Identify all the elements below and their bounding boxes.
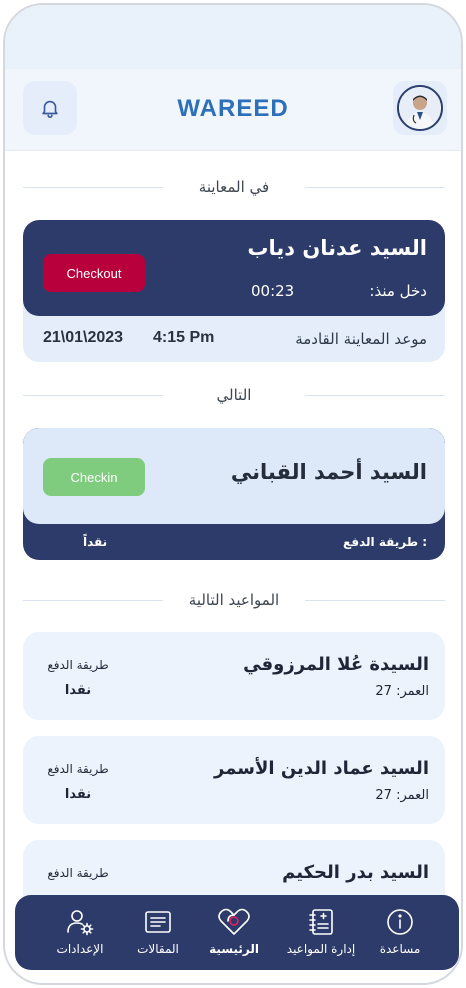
nav-help[interactable]: مساعدة [367, 895, 433, 970]
bottom-nav: الإعدادات المقالات الرئيسية إدارة المواع… [15, 895, 459, 970]
nav-home[interactable]: الرئيسية [197, 895, 271, 970]
nav-settings[interactable]: الإعدادات [45, 895, 115, 970]
appointment-card[interactable]: السيد عماد الدين الأسمر العمر: 27 طريقة … [23, 736, 445, 824]
current-patient-name: السيد عدنان دياب [247, 236, 427, 260]
appointment-name: السيد بدر الحكيم [282, 862, 429, 883]
appointment-age: العمر: 27 [375, 788, 429, 803]
next-payment-value: نقداً [83, 535, 108, 549]
current-patient-card: السيد عدنان دياب دخل منذ: 00:23 Checkout… [23, 220, 445, 362]
section-in-exam-label: في المعاينة [188, 178, 280, 196]
appointment-name: السيد عماد الدين الأسمر [214, 758, 429, 779]
doctor-avatar-icon [400, 88, 440, 128]
appointment-payment-value: نقدا [64, 787, 92, 802]
avatar [397, 85, 443, 131]
appointments-book-icon [309, 909, 333, 935]
info-icon [387, 909, 413, 935]
section-upcoming: المواعيد التالية [23, 588, 445, 612]
next-exam-date: 21\01\2023 [43, 329, 124, 346]
nav-appointments-label: إدارة المواعيد [286, 942, 356, 956]
app-header: WAREED [5, 69, 461, 151]
next-exam-time: 4:15 Pm [153, 329, 215, 346]
next-patient-card: السيد أحمد القباني Checkin : طريقة الدفع… [23, 428, 445, 560]
article-icon [145, 911, 171, 933]
appointment-payment-value: نقدا [64, 683, 92, 698]
profile-button[interactable] [393, 81, 447, 135]
appointment-age: العمر: 27 [375, 684, 429, 699]
checkin-button[interactable]: Checkin [43, 458, 145, 496]
settings-user-icon [67, 910, 94, 936]
next-payment-label: : طريقة الدفع [343, 535, 427, 549]
nav-appointments[interactable]: إدارة المواعيد [277, 895, 365, 970]
section-next-label: التالي [206, 386, 262, 404]
section-upcoming-label: المواعيد التالية [178, 591, 290, 609]
appointment-payment-label: طريقة الدفع [47, 658, 109, 672]
appointment-payment-label: طريقة الدفع [47, 762, 109, 776]
appointment-name: السيدة عُلا المرزوقي [243, 654, 429, 675]
elapsed-label: دخل منذ: [369, 282, 427, 300]
nav-settings-label: الإعدادات [56, 942, 104, 956]
next-exam-label: موعد المعاينة القادمة [295, 330, 427, 348]
nav-articles-label: المقالات [137, 942, 179, 956]
nav-articles[interactable]: المقالات [123, 895, 193, 970]
appointment-card[interactable]: السيدة عُلا المرزوقي العمر: 27 طريقة الد… [23, 632, 445, 720]
heart-home-icon [218, 908, 250, 935]
nav-help-label: مساعدة [379, 942, 421, 956]
status-bar [5, 5, 461, 69]
next-patient-name: السيد أحمد القباني [230, 460, 427, 484]
section-in-exam: في المعاينة [23, 175, 445, 199]
next-patient-header: السيد أحمد القباني Checkin [23, 428, 445, 524]
appointment-payment-label: طريقة الدفع [47, 866, 109, 880]
nav-home-label: الرئيسية [209, 942, 259, 956]
current-patient-header: السيد عدنان دياب دخل منذ: 00:23 Checkout [23, 220, 445, 316]
section-next: التالي [23, 383, 445, 407]
checkout-button[interactable]: Checkout [43, 254, 145, 292]
elapsed-value: 00:23 [251, 282, 295, 300]
phone-frame: WAREED في المعاينة السيد عدنان دياب دخل … [3, 3, 463, 985]
